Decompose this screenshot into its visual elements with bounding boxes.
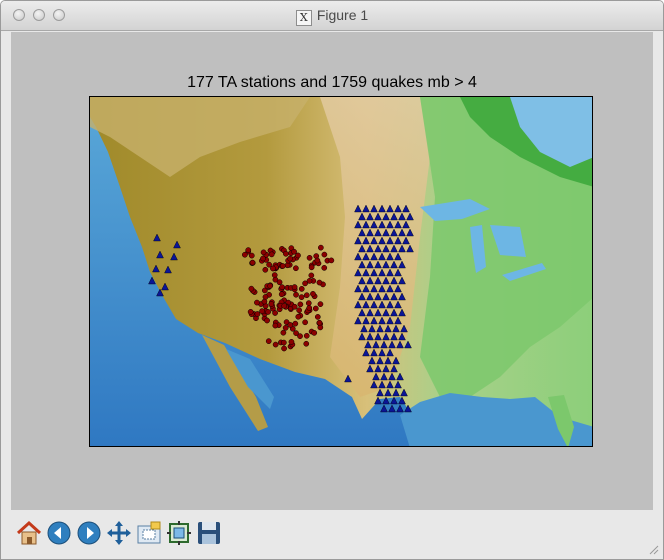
quake-marker	[303, 332, 310, 339]
quake-marker	[314, 314, 321, 320]
quake-marker	[291, 248, 297, 255]
quake-marker	[287, 255, 293, 262]
window-title-wrap: X Figure 1	[1, 7, 663, 26]
figure-canvas[interactable]: 177 TA stations and 1759 quakes mb > 4	[11, 32, 653, 510]
quake-marker	[267, 283, 273, 289]
quake-marker	[260, 249, 267, 256]
quake-marker	[306, 305, 313, 311]
quake-marker	[303, 292, 310, 299]
quake-marker	[248, 285, 255, 292]
quake-marker	[303, 340, 310, 347]
window-title: Figure 1	[316, 7, 369, 23]
quake-marker	[249, 259, 256, 266]
figure-title: 177 TA stations and 1759 quakes mb > 4	[187, 74, 477, 91]
quake-marker	[308, 264, 315, 271]
quake-marker	[321, 265, 328, 271]
zoom-rect-icon[interactable]	[135, 519, 163, 547]
quake-marker	[321, 251, 328, 258]
quake-marker	[241, 251, 248, 258]
quake-marker	[265, 338, 272, 344]
quake-marker	[317, 301, 324, 308]
quake-marker	[278, 291, 285, 298]
quake-marker	[317, 324, 324, 331]
quake-marker	[288, 338, 295, 345]
quake-marker	[260, 255, 266, 262]
quake-marker	[293, 291, 299, 298]
quake-marker	[291, 284, 298, 290]
quake-marker	[262, 294, 269, 300]
quake-marker	[282, 324, 289, 331]
quake-marker	[311, 330, 318, 336]
subplots-config-icon[interactable]	[165, 519, 193, 547]
quake-marker	[280, 339, 287, 346]
quake-marker	[272, 276, 279, 283]
quake-marker	[270, 265, 276, 272]
navigation-toolbar	[1, 515, 663, 559]
quake-marker	[283, 250, 289, 257]
quake-marker	[297, 333, 303, 340]
pan-cross-icon[interactable]	[105, 519, 133, 547]
quake-marker	[292, 320, 299, 327]
quake-marker	[272, 322, 279, 329]
quake-marker	[259, 308, 265, 314]
quake-marker	[264, 317, 270, 324]
quake-marker	[318, 244, 324, 251]
quake-marker	[281, 345, 287, 352]
quake-marker	[310, 291, 316, 297]
quake-marker	[312, 305, 319, 312]
quake-marker	[298, 294, 305, 300]
figure-window: X Figure 1 177 TA stations and 1759 quake…	[0, 0, 664, 560]
resize-grip-icon[interactable]	[647, 543, 659, 555]
quake-marker	[261, 298, 268, 305]
quake-marker	[265, 309, 271, 315]
back-arrow-icon[interactable]	[45, 519, 73, 547]
forward-arrow-icon[interactable]	[75, 519, 103, 547]
x11-icon: X	[295, 10, 312, 26]
quake-marker	[297, 301, 304, 308]
quake-marker	[279, 284, 286, 291]
map-svg	[90, 97, 592, 446]
quake-marker	[254, 311, 261, 317]
quake-marker	[284, 262, 291, 269]
quake-marker	[305, 300, 312, 306]
home-icon[interactable]	[15, 519, 43, 547]
quake-marker	[272, 310, 278, 316]
quake-marker	[302, 319, 308, 326]
quake-marker	[245, 247, 252, 253]
quake-marker	[295, 313, 302, 320]
quake-marker	[328, 257, 335, 264]
quake-marker	[268, 251, 275, 258]
quake-marker	[279, 263, 286, 269]
quake-marker	[280, 329, 287, 336]
quake-marker	[248, 252, 255, 259]
quake-marker	[308, 272, 315, 279]
quake-marker	[287, 322, 294, 328]
quake-marker	[272, 341, 279, 348]
quake-marker	[296, 307, 302, 314]
quake-marker	[291, 303, 298, 310]
floppy-disk-icon[interactable]	[195, 519, 223, 547]
quake-marker	[247, 308, 254, 315]
quake-marker	[293, 265, 299, 272]
quake-marker	[254, 299, 260, 306]
title-bar[interactable]: X Figure 1	[1, 1, 663, 31]
quake-marker	[298, 286, 305, 292]
quake-marker	[306, 278, 313, 284]
quake-marker	[306, 254, 313, 261]
relief-map[interactable]	[89, 96, 593, 447]
quake-marker	[268, 301, 275, 307]
quake-marker	[314, 257, 321, 264]
quake-marker	[316, 279, 323, 286]
quake-marker	[281, 303, 288, 309]
quake-marker	[316, 319, 323, 326]
quake-marker	[262, 266, 269, 273]
